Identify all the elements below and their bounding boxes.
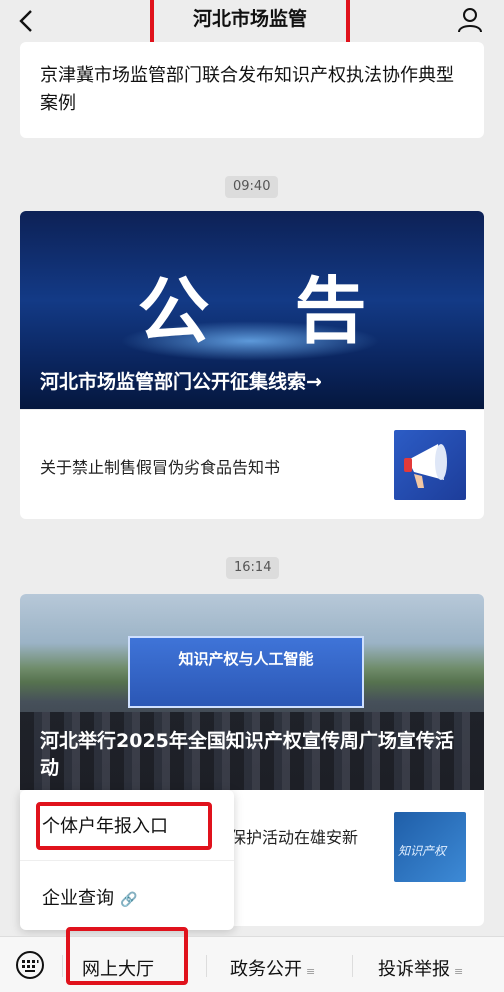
link-icon: 🔗 [120,892,138,908]
article-title: 京津冀市场监管部门联合发布知识产权执法协作典型案例 [40,65,454,114]
divider [62,955,63,977]
sub-article-row[interactable]: 关于禁止制售假冒伪劣食品告知书 [20,409,484,519]
submenu-icon: ≡ [454,965,464,978]
menu-complaint[interactable]: 投诉举报 ≡ [378,955,463,981]
photo-caption: 河北举行2025年全国知识产权宣传周广场宣传活动 [40,730,454,779]
top-nav-bar: 河北市场监管 [0,0,504,46]
menu-online-hall[interactable]: 网上大厅 [82,955,154,981]
divider [206,955,207,977]
announcement-banner[interactable]: 公 告 河北市场监管部门公开征集线索→ [20,211,484,409]
ip-thumbnail: 知识产权 [394,812,466,882]
user-icon[interactable] [456,6,484,34]
divider [20,860,234,861]
message-timestamp: 16:14 [226,557,280,579]
divider [352,955,353,977]
message-timestamp: 09:40 [225,176,279,198]
menu-label: 投诉举报 [378,959,450,980]
sub-article-title: 关于禁止制售假冒伪劣食品告知书 [40,458,281,477]
banner-headline: 公 告 [137,269,397,353]
event-photo[interactable]: 知识产权与人工智能 河北举行2025年全国知识产权宣传周广场宣传活动 [20,594,484,790]
menu-item-company-query[interactable]: 企业查询 🔗 [42,884,137,910]
article-card[interactable]: 京津冀市场监管部门联合发布知识产权执法协作典型案例 [20,42,484,138]
banner-caption: 河北市场监管部门公开征集线索→ [40,371,322,393]
menu-item-annual-report[interactable]: 个体户年报入口 [42,812,168,838]
page-title: 河北市场监管 [192,8,307,30]
article-card-announcement[interactable]: 公 告 河北市场监管部门公开征集线索→ 关于禁止制售假冒伪劣食品告知书 [20,211,484,519]
menu-gov-affairs[interactable]: 政务公开 ≡ [230,955,315,981]
thumbnail-text: 知识产权 [398,844,447,858]
bottom-menu-bar: 网上大厅 政务公开 ≡ 投诉举报 ≡ [0,927,504,992]
menu-label: 政务公开 [230,959,302,980]
stage-title: 知识产权与人工智能 [178,650,314,668]
back-chevron-icon[interactable] [14,8,40,34]
megaphone-icon [404,444,447,488]
megaphone-thumbnail [394,430,466,500]
submenu-icon: ≡ [306,965,316,978]
submenu-popup: 个体户年报入口 企业查询 🔗 [20,790,234,930]
keyboard-icon[interactable] [14,951,46,979]
stage-backdrop: 知识产权与人工智能 [128,636,364,708]
menu-item-label: 企业查询 [42,888,114,909]
sub-article-title: 保护活动在雄安新 [230,828,359,847]
